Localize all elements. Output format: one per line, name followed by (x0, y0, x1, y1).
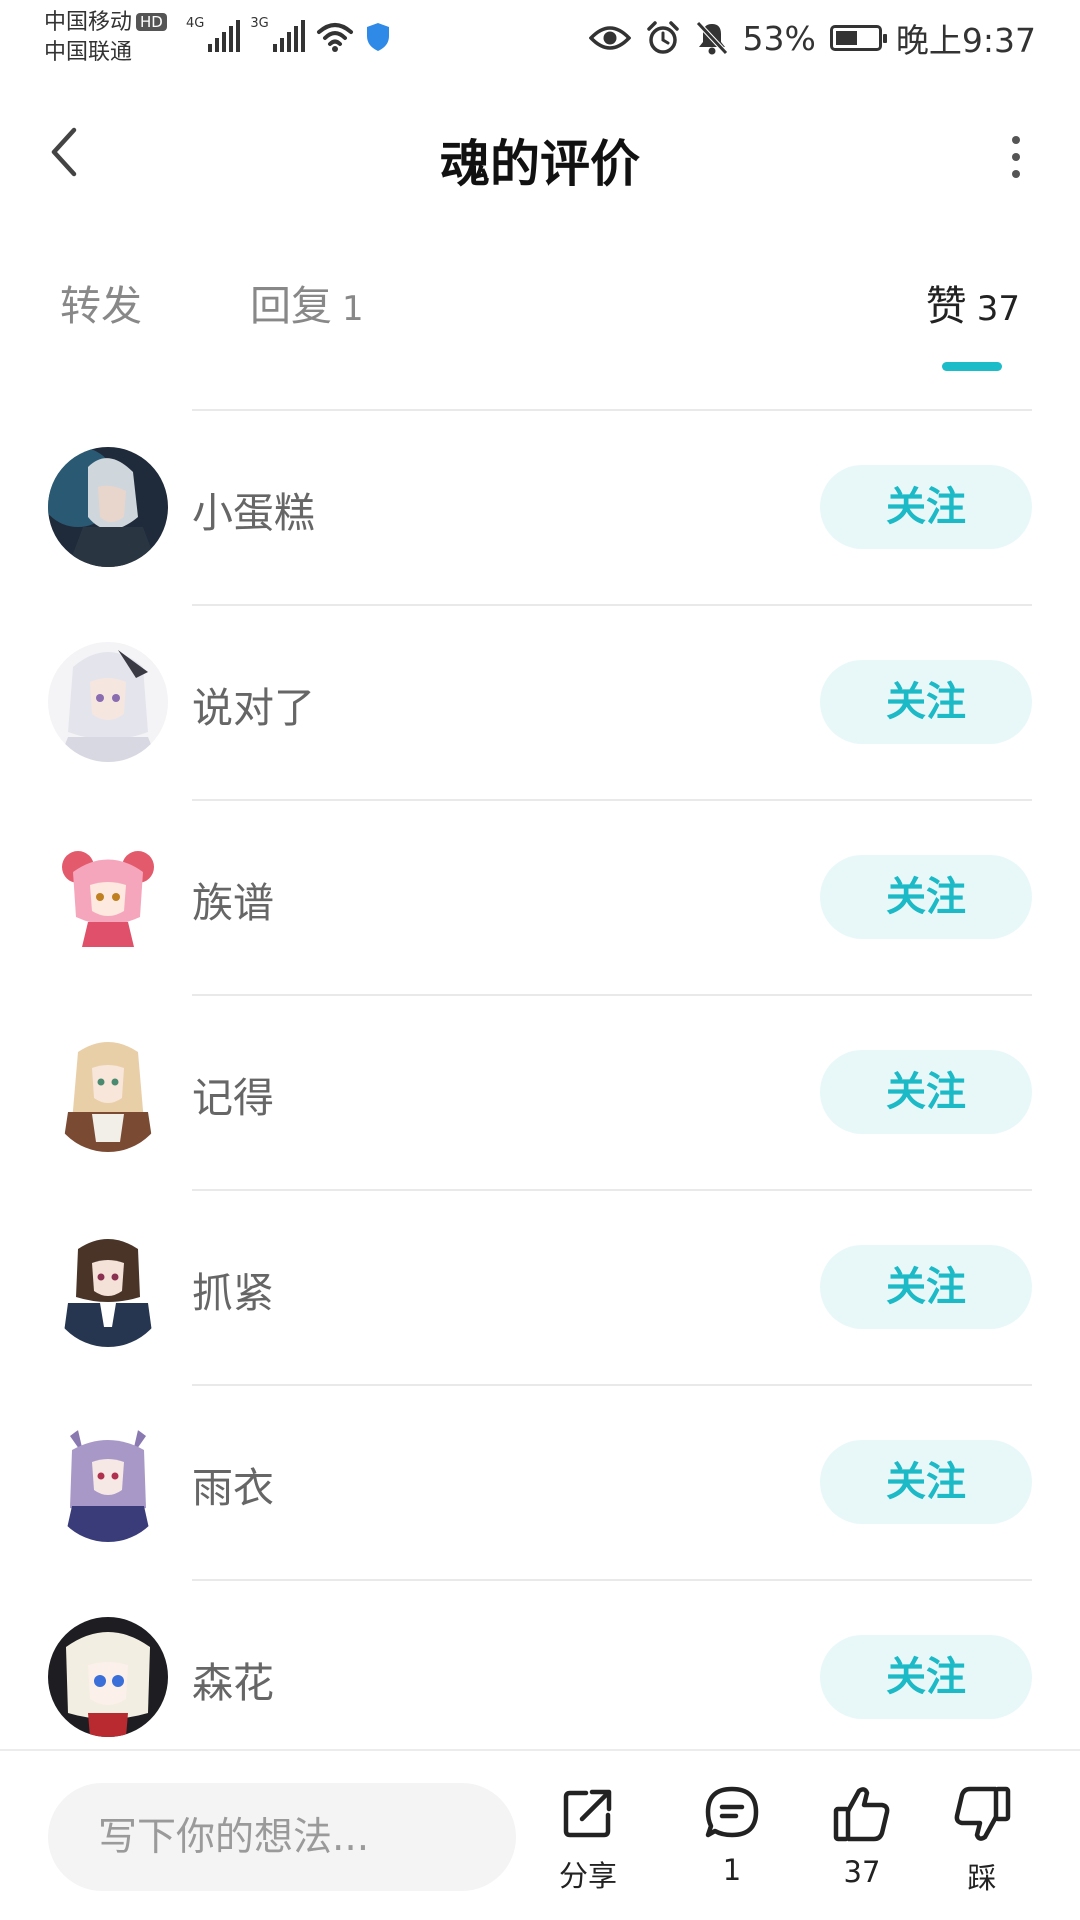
divider (192, 409, 1032, 411)
status-bar: 中国移动 HD 中国联通 4G 3G 53% 晚上9:37 (0, 0, 1080, 80)
wifi-icon (316, 23, 353, 52)
active-tab-indicator (942, 362, 1002, 371)
comment-button[interactable]: 1 (672, 1783, 792, 1903)
list-item: 抓紧 关注 (0, 1189, 1080, 1384)
tab-bar: 转发 回复 1 赞 37 (0, 262, 1080, 372)
list-item: 森花 关注 (0, 1579, 1080, 1749)
follow-button[interactable]: 关注 (820, 1440, 1032, 1524)
avatar[interactable] (48, 1032, 168, 1152)
dislike-button[interactable]: 踩 (922, 1783, 1042, 1903)
list-item: 小蛋糕 关注 (0, 409, 1080, 604)
battery-level (835, 31, 857, 45)
tab-replies-count: 1 (342, 289, 364, 329)
carrier-1-label: 中国移动 (44, 10, 133, 35)
follow-button[interactable]: 关注 (820, 1050, 1032, 1134)
tab-replies[interactable]: 回复 1 (250, 272, 364, 332)
battery-icon (829, 25, 887, 51)
tab-likes[interactable]: 赞 37 (926, 272, 1020, 332)
list-item: 说对了 关注 (0, 604, 1080, 799)
signal-1-icon (208, 20, 241, 52)
tab-likes-count: 37 (976, 289, 1020, 329)
page-title: 魂的评价 (440, 135, 640, 193)
follow-button[interactable]: 关注 (820, 1635, 1032, 1719)
more-vertical-icon (1012, 136, 1020, 178)
follow-button[interactable]: 关注 (820, 855, 1032, 939)
comment-count: 1 (722, 1853, 742, 1887)
comment-icon (705, 1786, 759, 1838)
divider (192, 994, 1032, 996)
likes-list: 小蛋糕 关注 说对了 关注 族谱 关注 记得 关注 抓紧 关注 雨衣 关注 森花… (0, 409, 1080, 1749)
username: 小蛋糕 (192, 489, 315, 537)
carrier-2-label: 中国联通 (44, 40, 133, 65)
carrier-info: 中国移动 HD 中国联通 (44, 8, 167, 68)
avatar[interactable] (48, 1617, 168, 1737)
signal-2-icon (272, 20, 305, 52)
tab-replies-label: 回复 (250, 282, 332, 330)
follow-button[interactable]: 关注 (820, 465, 1032, 549)
list-item: 雨衣 关注 (0, 1384, 1080, 1579)
list-item: 族谱 关注 (0, 799, 1080, 994)
bottom-action-bar: 分享 1 37 踩 (0, 1749, 1080, 1920)
eye-icon (588, 26, 631, 50)
signal-indicators: 4G 3G (186, 16, 391, 52)
alarm-icon (646, 21, 679, 54)
screen: 中国移动 HD 中国联通 4G 3G 53% 晚上9:37 魂的评价 转发 回复… (0, 0, 1080, 1920)
username: 雨衣 (192, 1464, 274, 1512)
divider (192, 1579, 1032, 1581)
divider (192, 1384, 1032, 1386)
thumbs-up-icon (833, 1787, 890, 1842)
comment-input[interactable] (48, 1783, 516, 1891)
dislike-label: 踩 (967, 1861, 997, 1895)
tab-repost-label: 转发 (60, 282, 142, 330)
avatar[interactable] (48, 837, 168, 957)
username: 说对了 (192, 684, 315, 732)
follow-button[interactable]: 关注 (820, 1245, 1032, 1329)
avatar[interactable] (48, 447, 168, 567)
signal-2-label: 3G (250, 16, 269, 31)
divider (192, 1189, 1032, 1191)
avatar[interactable] (48, 1227, 168, 1347)
follow-button[interactable]: 关注 (820, 660, 1032, 744)
mute-bell-icon (695, 21, 728, 55)
username: 抓紧 (192, 1269, 274, 1317)
username: 森花 (192, 1659, 274, 1707)
share-icon (563, 1789, 612, 1838)
username: 族谱 (192, 879, 274, 927)
shield-icon (366, 23, 389, 51)
clock: 晚上9:37 (895, 21, 1036, 60)
status-right: 53% 晚上9:37 (588, 14, 1036, 62)
divider (192, 604, 1032, 606)
avatar[interactable] (48, 642, 168, 762)
signal-1-label: 4G (186, 16, 205, 31)
username: 记得 (192, 1074, 274, 1122)
thumbs-down-icon (954, 1786, 1011, 1841)
like-button[interactable]: 37 (802, 1783, 922, 1903)
tab-likes-label: 赞 (925, 282, 967, 330)
like-count: 37 (843, 1855, 881, 1889)
avatar[interactable] (48, 1422, 168, 1542)
hd-badge: HD (136, 13, 167, 31)
share-label: 分享 (558, 1859, 617, 1893)
tab-repost[interactable]: 转发 (60, 272, 142, 332)
divider (192, 799, 1032, 801)
battery-percent: 53% (742, 18, 816, 58)
more-options-button[interactable] (996, 128, 1036, 188)
share-button[interactable]: 分享 (528, 1783, 648, 1903)
list-item: 记得 关注 (0, 994, 1080, 1189)
page-header: 魂的评价 (0, 100, 1080, 212)
